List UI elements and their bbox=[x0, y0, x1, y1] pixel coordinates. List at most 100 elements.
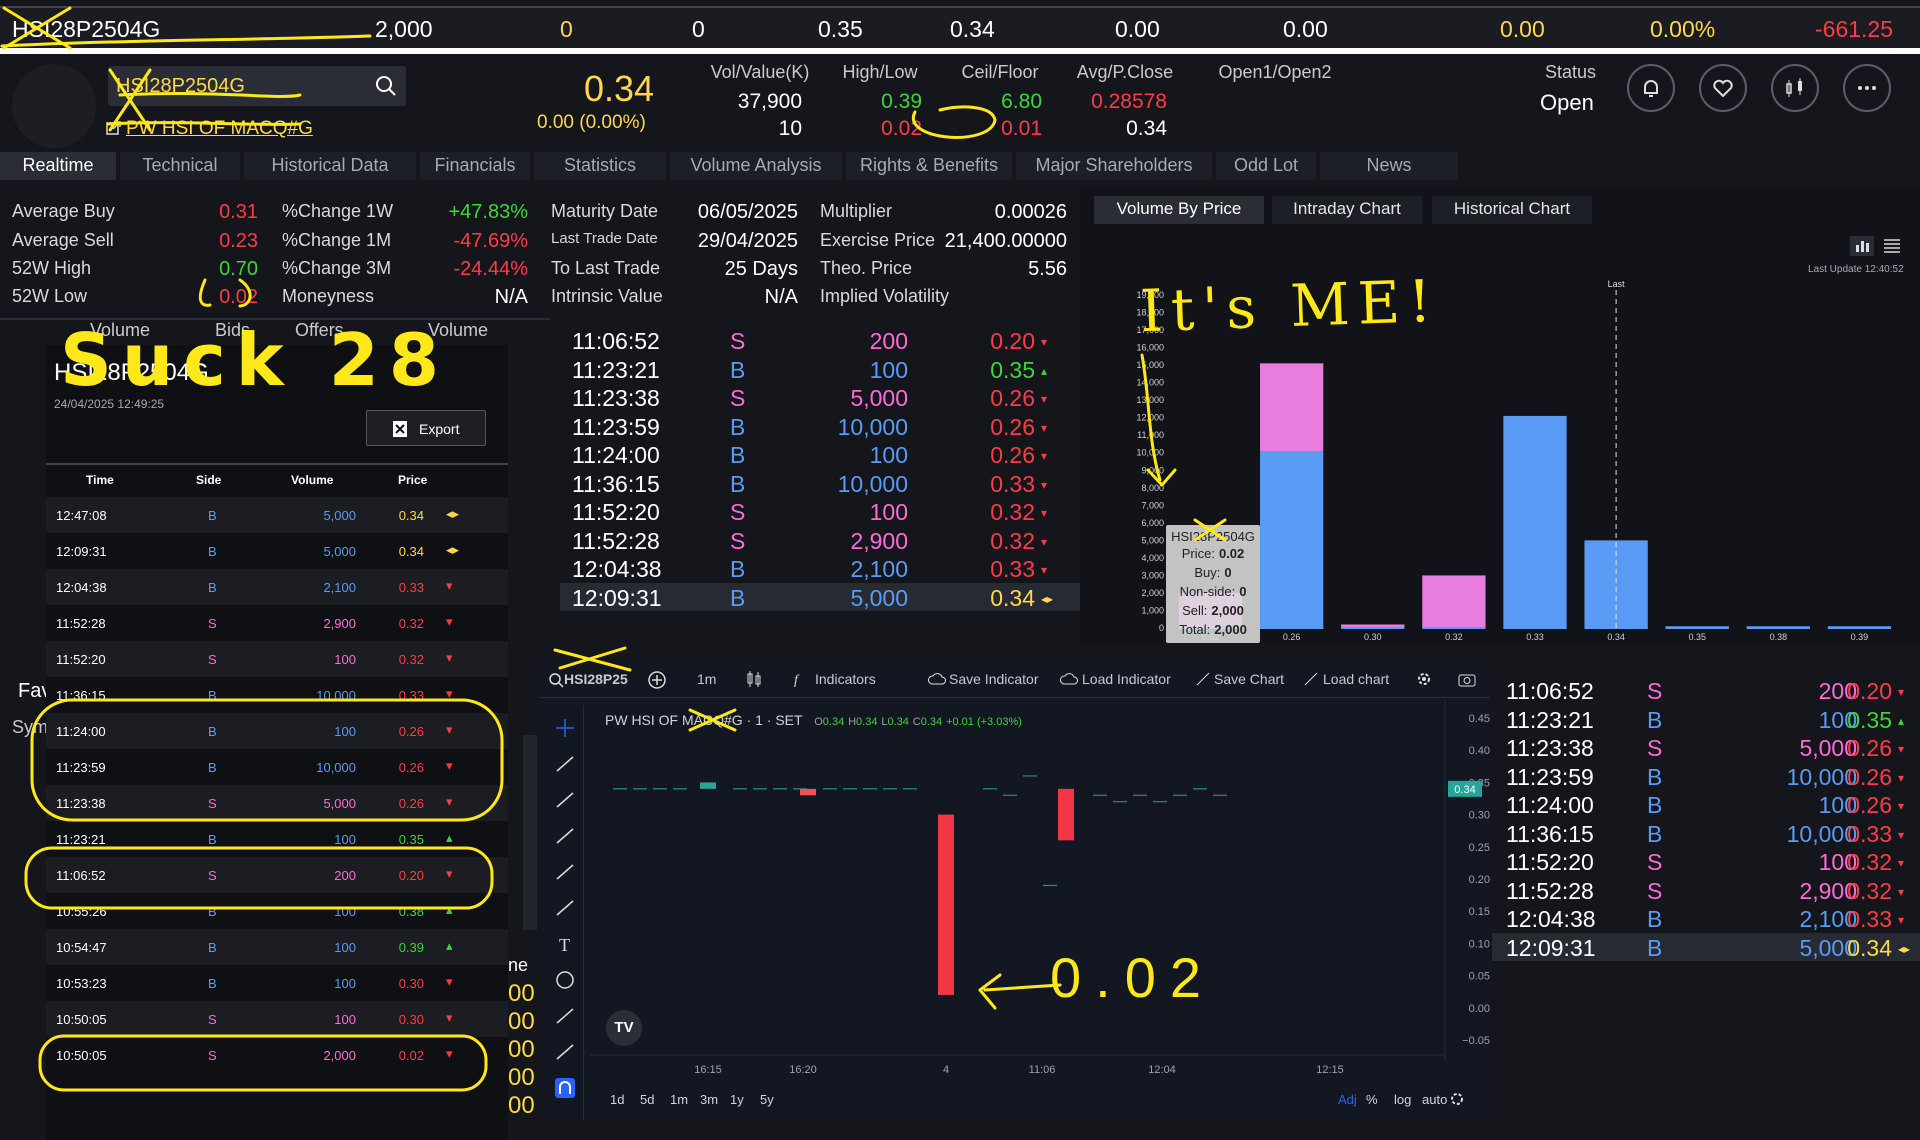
trade-row[interactable]: 12:09:31 B 5,000 0.34 ◂▸ bbox=[1492, 932, 1920, 961]
popup-row[interactable]: 10:55:26 B 100 0.38 ▴ bbox=[46, 893, 508, 929]
trade-row[interactable]: 11:24:00 B 100 0.26 ▾ bbox=[1492, 790, 1920, 818]
bar-view-button[interactable] bbox=[1850, 236, 1874, 256]
emoji-icon[interactable] bbox=[554, 969, 576, 991]
popup-row[interactable]: 10:50:05 S 2,000 0.02 ▾ bbox=[46, 1037, 508, 1073]
settings-icon[interactable] bbox=[1450, 1092, 1464, 1106]
popup-row[interactable]: 10:50:05 S 100 0.30 ▾ bbox=[46, 1001, 508, 1037]
trade-row[interactable]: 11:24:00 B 100 0.26 ▾ bbox=[560, 440, 1080, 468]
tab-financials[interactable]: Financials bbox=[420, 152, 530, 180]
tab-rights-benefits[interactable]: Rights & Benefits bbox=[846, 152, 1012, 180]
trade-row[interactable]: 11:36:15 B 10,000 0.33 ▾ bbox=[560, 469, 1080, 497]
load-chart-button[interactable]: Load chart bbox=[1323, 671, 1389, 687]
chart-option-3[interactable]: auto bbox=[1422, 1092, 1447, 1107]
range-5y[interactable]: 5y bbox=[760, 1092, 774, 1107]
range-1y[interactable]: 1y bbox=[730, 1092, 744, 1107]
scrollbar[interactable] bbox=[523, 735, 537, 930]
popup-row[interactable]: 11:23:21 B 100 0.35 ▴ bbox=[46, 821, 508, 857]
popup-row[interactable]: 11:23:59 B 10,000 0.26 ▾ bbox=[46, 749, 508, 785]
symbol-search-input[interactable]: HSI28P2504G bbox=[116, 75, 245, 98]
popup-row[interactable]: 12:47:08 B 5,000 0.34 ◂▸ bbox=[46, 497, 508, 533]
settings-icon[interactable] bbox=[1416, 671, 1432, 687]
quote-label: Last Trade Date bbox=[551, 230, 658, 247]
range-1m[interactable]: 1m bbox=[670, 1092, 688, 1107]
trade-row[interactable]: 11:06:52 S 200 0.20 ▾ bbox=[1492, 676, 1920, 704]
ruler-icon[interactable] bbox=[554, 1005, 576, 1027]
ticker-symbol[interactable]: HSI28P2504G bbox=[12, 16, 160, 43]
tab-odd-lot[interactable]: Odd Lot bbox=[1216, 152, 1316, 180]
chart-tab-2[interactable]: Historical Chart bbox=[1432, 196, 1592, 224]
trade-row[interactable]: 11:52:20 S 100 0.32 ▾ bbox=[1492, 847, 1920, 875]
arrow-up-icon: ▴ bbox=[446, 902, 453, 917]
trade-row[interactable]: 11:52:20 S 100 0.32 ▾ bbox=[560, 497, 1080, 525]
external-link-icon[interactable] bbox=[106, 120, 122, 136]
trade-row[interactable]: 11:52:28 S 2,900 0.32 ▾ bbox=[560, 526, 1080, 554]
popup-row[interactable]: 12:04:38 B 2,100 0.33 ▾ bbox=[46, 569, 508, 605]
popup-row[interactable]: 10:54:47 B 100 0.39 ▴ bbox=[46, 929, 508, 965]
popup-row[interactable]: 11:23:38 S 5,000 0.26 ▾ bbox=[46, 785, 508, 821]
trend-line-icon[interactable] bbox=[554, 753, 576, 775]
tv-symbol[interactable]: HSI28P25 bbox=[564, 671, 628, 687]
tab-historical-data[interactable]: Historical Data bbox=[244, 152, 416, 180]
trade-row[interactable]: 12:09:31 B 5,000 0.34 ◂▸ bbox=[560, 582, 1080, 611]
range-1d[interactable]: 1d bbox=[610, 1092, 624, 1107]
popup-row[interactable]: 11:52:20 S 100 0.32 ▾ bbox=[46, 641, 508, 677]
favorite-button[interactable] bbox=[1699, 64, 1747, 112]
trade-row[interactable]: 11:23:59 B 10,000 0.26 ▾ bbox=[560, 412, 1080, 440]
trade-row[interactable]: 11:23:21 B 100 0.35 ▴ bbox=[1492, 705, 1920, 733]
tab-major-shareholders[interactable]: Major Shareholders bbox=[1016, 152, 1212, 180]
candles-icon[interactable] bbox=[745, 670, 763, 688]
table-view-button[interactable] bbox=[1880, 236, 1904, 256]
magnet-icon[interactable] bbox=[554, 1077, 576, 1099]
chart-option-2[interactable]: log bbox=[1394, 1092, 1411, 1107]
candlestick-chart[interactable]: 0.450.400.350.300.250.200.150.100.050.00… bbox=[590, 700, 1490, 1100]
chart-tab-0[interactable]: Volume By Price bbox=[1094, 196, 1264, 224]
trade-row[interactable]: 12:04:38 B 2,100 0.33 ▾ bbox=[1492, 904, 1920, 932]
more-button[interactable] bbox=[1843, 64, 1891, 112]
trade-row[interactable]: 11:23:38 S 5,000 0.26 ▾ bbox=[1492, 733, 1920, 761]
search-icon[interactable] bbox=[374, 74, 398, 98]
trade-row[interactable]: 11:23:21 B 100 0.35 ▴ bbox=[560, 355, 1080, 383]
tab-statistics[interactable]: Statistics bbox=[534, 152, 666, 180]
chart-option-1[interactable]: % bbox=[1366, 1092, 1378, 1107]
trade-row[interactable]: 11:23:59 B 10,000 0.26 ▾ bbox=[1492, 762, 1920, 790]
zoom-icon[interactable] bbox=[554, 1041, 576, 1063]
popup-row[interactable]: 11:36:15 B 10,000 0.33 ▾ bbox=[46, 677, 508, 713]
trade-row[interactable]: 11:23:38 S 5,000 0.26 ▾ bbox=[560, 383, 1080, 411]
load-indicator-button[interactable]: Load Indicator bbox=[1082, 671, 1171, 687]
save-chart-button[interactable]: Save Chart bbox=[1214, 671, 1284, 687]
crosshair-icon[interactable] bbox=[554, 717, 576, 739]
chart-option-0[interactable]: Adj bbox=[1338, 1092, 1357, 1107]
popup-row[interactable]: 11:24:00 B 100 0.26 ▾ bbox=[46, 713, 508, 749]
search-icon[interactable] bbox=[548, 672, 564, 688]
range-5d[interactable]: 5d bbox=[640, 1092, 654, 1107]
interval-button[interactable]: 1m bbox=[697, 671, 716, 687]
add-compare-icon[interactable] bbox=[647, 670, 667, 690]
symbol-search-box[interactable]: HSI28P2504G bbox=[108, 66, 406, 106]
instrument-name-link[interactable]: PW HSI OF MACQ#G bbox=[126, 118, 313, 140]
prediction-icon[interactable] bbox=[554, 861, 576, 883]
export-button[interactable]: Export bbox=[366, 410, 486, 446]
pattern-icon[interactable] bbox=[554, 825, 576, 847]
tab-realtime[interactable]: Realtime bbox=[0, 152, 116, 180]
tab-news[interactable]: News bbox=[1320, 152, 1458, 180]
fib-icon[interactable] bbox=[554, 789, 576, 811]
popup-row[interactable]: 12:09:31 B 5,000 0.34 ◂▸ bbox=[46, 533, 508, 569]
brush-icon[interactable] bbox=[554, 897, 576, 919]
tab-volume-analysis[interactable]: Volume Analysis bbox=[670, 152, 842, 180]
indicators-button[interactable]: Indicators bbox=[815, 671, 876, 687]
chart-button[interactable] bbox=[1771, 64, 1819, 112]
range-3m[interactable]: 3m bbox=[700, 1092, 718, 1107]
trade-row[interactable]: 11:06:52 S 200 0.20 ▾ bbox=[560, 326, 1080, 354]
alert-button[interactable] bbox=[1627, 64, 1675, 112]
tab-technical[interactable]: Technical bbox=[120, 152, 240, 180]
popup-row[interactable]: 11:52:28 S 2,900 0.32 ▾ bbox=[46, 605, 508, 641]
save-indicator-button[interactable]: Save Indicator bbox=[949, 671, 1039, 687]
chart-tab-1[interactable]: Intraday Chart bbox=[1272, 196, 1422, 224]
camera-icon[interactable] bbox=[1458, 671, 1476, 687]
popup-row[interactable]: 11:06:52 S 200 0.20 ▾ bbox=[46, 857, 508, 893]
trade-row[interactable]: 11:36:15 B 10,000 0.33 ▾ bbox=[1492, 819, 1920, 847]
text-icon[interactable]: T bbox=[554, 933, 576, 955]
trade-row[interactable]: 11:52:28 S 2,900 0.32 ▾ bbox=[1492, 876, 1920, 904]
trade-row[interactable]: 12:04:38 B 2,100 0.33 ▾ bbox=[560, 554, 1080, 582]
popup-row[interactable]: 10:53:23 B 100 0.30 ▾ bbox=[46, 965, 508, 1001]
